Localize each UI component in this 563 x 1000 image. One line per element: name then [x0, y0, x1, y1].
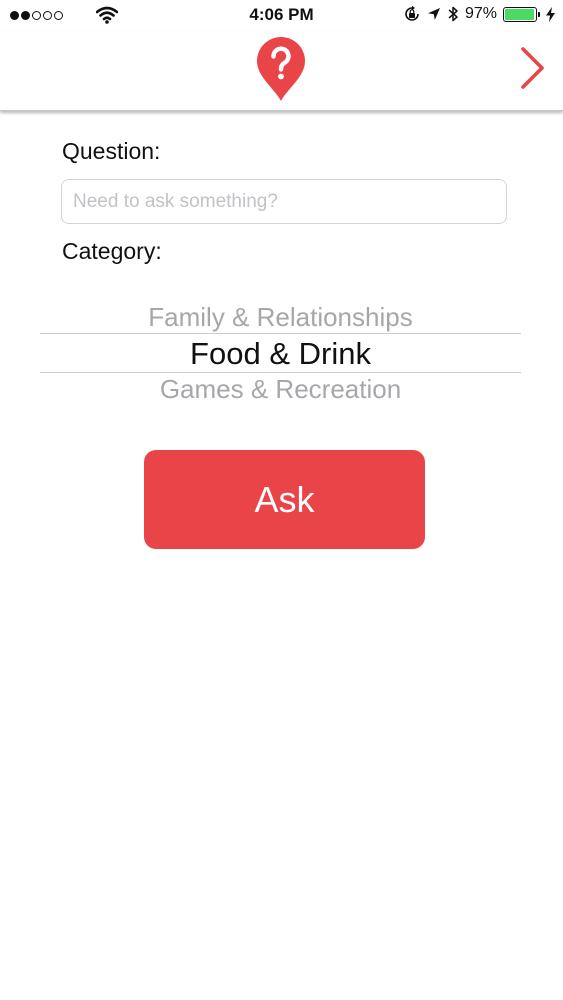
status-right-group: 97% [403, 5, 555, 23]
charging-bolt-icon [546, 6, 555, 22]
category-label: Category: [62, 238, 162, 264]
navigation-bar [0, 32, 563, 111]
picker-selection-line-top [40, 333, 521, 334]
picker-item-next[interactable]: Games & Recreation [40, 374, 521, 405]
orientation-lock-icon [405, 5, 419, 21]
battery-percent: 97% [464, 5, 497, 22]
picker-item-selected[interactable]: Food & Drink [40, 336, 521, 372]
category-picker[interactable]: Family & Relationships Food & Drink Game… [40, 290, 521, 410]
next-chevron-button[interactable] [517, 46, 547, 90]
picker-item-previous[interactable]: Family & Relationships [40, 302, 521, 333]
battery-icon [503, 6, 540, 22]
status-bar: 4:06 PM 97% [0, 0, 563, 32]
question-input[interactable] [61, 179, 507, 224]
location-arrow-icon [427, 8, 440, 20]
question-label: Question: [62, 138, 161, 164]
bluetooth-icon [448, 6, 458, 22]
question-pin-icon [257, 37, 305, 101]
picker-selection-line-bottom [40, 372, 521, 373]
battery-fill [505, 8, 535, 20]
ask-button[interactable]: Ask [144, 450, 425, 549]
